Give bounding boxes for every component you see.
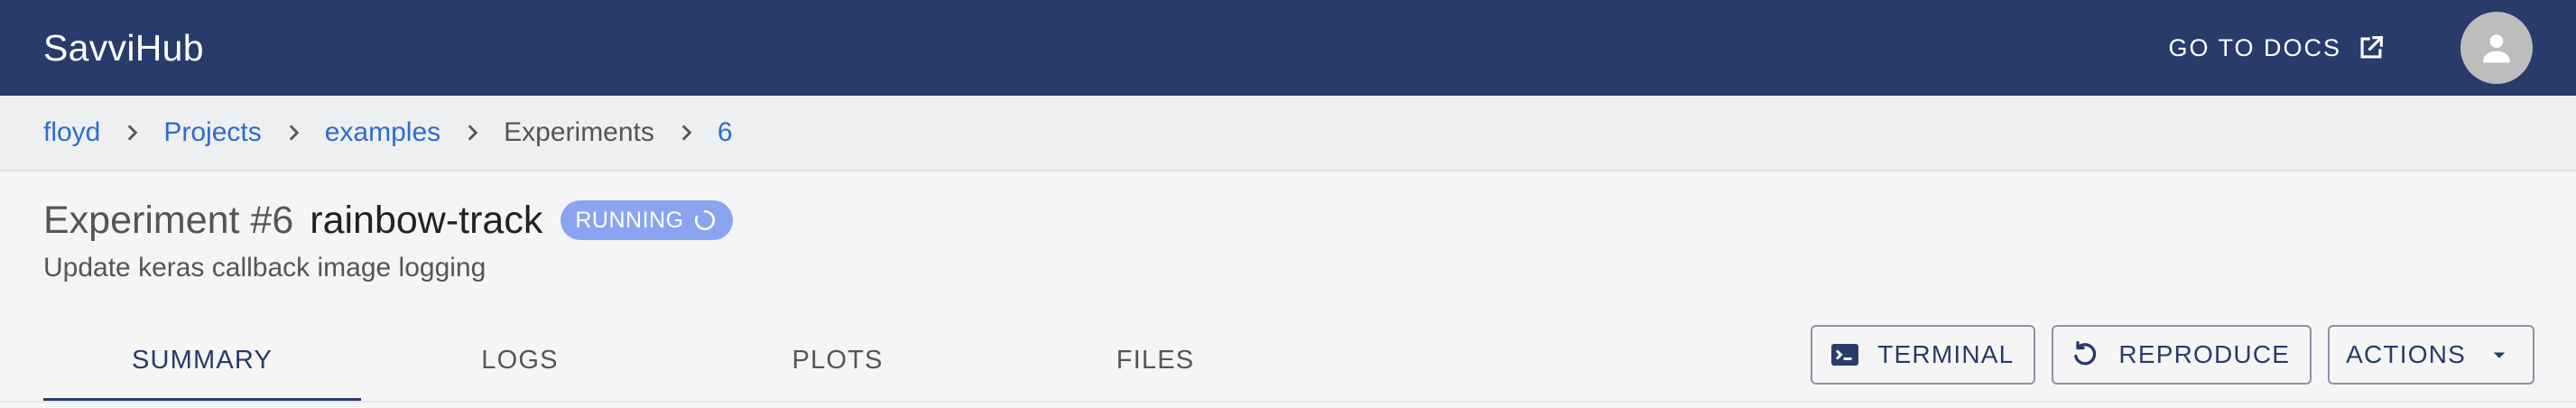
breadcrumb-item-projects[interactable]: Projects: [163, 117, 261, 148]
chevron-right-icon: [120, 121, 144, 144]
terminal-button[interactable]: TERMINAL: [1811, 325, 2036, 385]
breadcrumb: floyd Projects examples Experiments 6: [0, 96, 2576, 172]
tab-summary[interactable]: SUMMARY: [43, 318, 361, 403]
status-label: RUNNING: [575, 207, 684, 233]
tab-divider: [0, 401, 2576, 403]
breadcrumb-item-floyd[interactable]: floyd: [43, 117, 100, 148]
breadcrumb-item-examples[interactable]: examples: [325, 117, 440, 148]
replay-icon: [2070, 338, 2102, 371]
chevron-right-icon: [674, 121, 698, 144]
chevron-right-icon: [460, 121, 484, 144]
experiment-number: Experiment #6: [43, 198, 294, 242]
tab-plots[interactable]: PLOTS: [679, 318, 996, 403]
go-to-docs-label: GO TO DOCS: [2168, 33, 2341, 61]
go-to-docs-link[interactable]: GO TO DOCS: [2168, 32, 2386, 63]
person-icon: [2483, 34, 2510, 63]
chevron-right-icon: [282, 121, 305, 144]
caret-down-icon: [2486, 341, 2513, 368]
reproduce-label: REPRODUCE: [2118, 340, 2291, 368]
brand-logo[interactable]: SavviHub: [43, 27, 204, 70]
header-right: GO TO DOCS: [2168, 12, 2533, 84]
experiment-name: rainbow-track: [310, 198, 543, 242]
loading-spinner-icon: [693, 209, 717, 232]
status-badge: RUNNING: [561, 200, 733, 240]
reproduce-button[interactable]: REPRODUCE: [2052, 325, 2312, 385]
avatar[interactable]: [2460, 12, 2533, 84]
terminal-icon: [1829, 338, 1861, 371]
tab-files[interactable]: FILES: [996, 318, 1314, 403]
breadcrumb-item-experiment-number[interactable]: 6: [718, 117, 733, 148]
app-header: SavviHub GO TO DOCS: [0, 0, 2576, 96]
terminal-label: TERMINAL: [1877, 340, 2015, 368]
tab-bar: SUMMARY LOGS PLOTS FILES: [43, 318, 1314, 403]
external-link-icon: [2356, 32, 2386, 63]
breadcrumb-item-experiments: Experiments: [504, 117, 654, 147]
action-buttons: TERMINAL REPRODUCE ACTIONS: [1794, 325, 2534, 385]
tab-logs[interactable]: LOGS: [361, 318, 679, 403]
experiment-description: Update keras callback image logging: [43, 253, 486, 283]
actions-label: ACTIONS: [2346, 340, 2466, 368]
page-title: Experiment #6 rainbow-track RUNNING: [43, 197, 733, 244]
actions-dropdown-button[interactable]: ACTIONS: [2328, 325, 2534, 385]
